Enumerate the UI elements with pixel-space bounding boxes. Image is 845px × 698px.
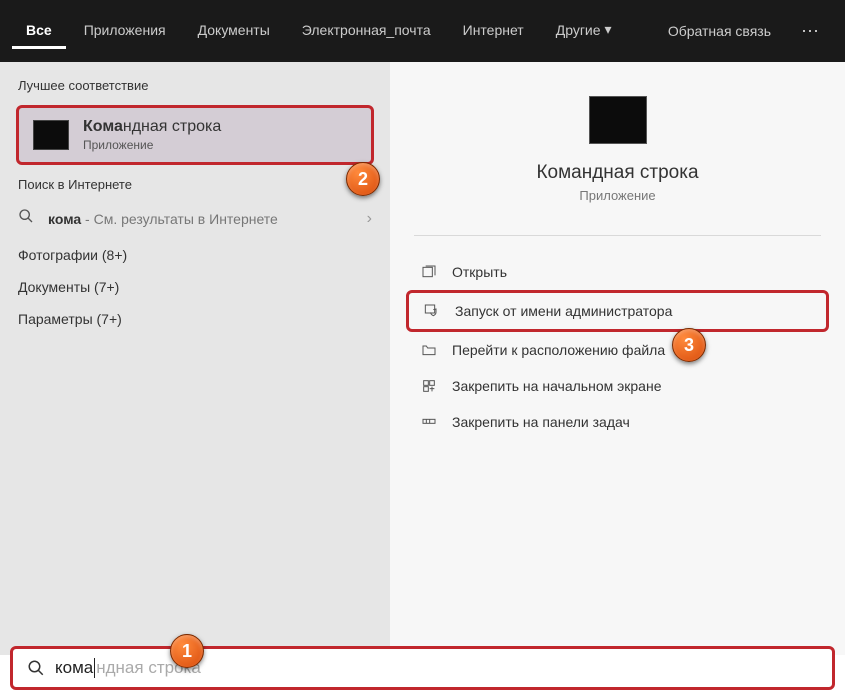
action-open-label: Открыть — [452, 264, 507, 280]
results-panel: Лучшее соответствие Командная строка При… — [0, 62, 390, 655]
feedback-link[interactable]: Обратная связь — [654, 15, 785, 47]
cmd-icon — [33, 120, 69, 150]
action-run-admin[interactable]: Запуск от имени администратора — [409, 293, 826, 329]
top-tabs-bar: Все Приложения Документы Электронная_поч… — [0, 0, 845, 62]
cmd-icon-large — [589, 96, 647, 144]
best-match-result[interactable]: Командная строка Приложение — [16, 105, 374, 165]
text-cursor — [94, 658, 95, 678]
tab-all[interactable]: Все — [12, 14, 66, 49]
action-admin-label: Запуск от имени администратора — [455, 303, 672, 319]
action-pin-start[interactable]: Закрепить на начальном экране — [390, 368, 845, 404]
action-admin-highlight: Запуск от имени администратора — [406, 290, 829, 332]
callout-1: 1 — [170, 634, 204, 668]
best-match-label: Лучшее соответствие — [0, 72, 390, 99]
folder-icon — [420, 341, 438, 359]
search-icon — [27, 659, 45, 677]
callout-3: 3 — [672, 328, 706, 362]
action-open[interactable]: Открыть — [390, 254, 845, 290]
web-search-label: Поиск в Интернете — [0, 171, 390, 198]
tab-internet[interactable]: Интернет — [449, 14, 538, 49]
action-pin-taskbar-label: Закрепить на панели задач — [452, 414, 630, 430]
tab-documents[interactable]: Документы — [184, 14, 284, 49]
tab-apps[interactable]: Приложения — [70, 14, 180, 49]
pin-start-icon — [420, 377, 438, 395]
category-parameters[interactable]: Параметры (7+) — [0, 303, 390, 335]
action-file-location[interactable]: Перейти к расположению файла — [390, 332, 845, 368]
preview-header: Командная строка Приложение — [390, 82, 845, 217]
preview-panel: Командная строка Приложение Открыть Запу… — [390, 62, 845, 655]
search-input[interactable]: командная строка — [10, 646, 835, 690]
action-location-label: Перейти к расположению файла — [452, 342, 665, 358]
web-search-result[interactable]: кома - См. результаты в Интернете › — [0, 198, 390, 239]
web-search-text: кома - См. результаты в Интернете — [48, 211, 355, 227]
admin-shield-icon — [423, 302, 441, 320]
category-photos[interactable]: Фотографии (8+) — [0, 239, 390, 271]
preview-subtitle: Приложение — [390, 188, 845, 203]
tab-more[interactable]: Другие ▾ — [542, 13, 626, 49]
chevron-down-icon: ▾ — [605, 21, 612, 38]
chevron-right-icon: › — [367, 210, 372, 228]
category-documents[interactable]: Документы (7+) — [0, 271, 390, 303]
search-icon — [18, 208, 36, 229]
best-match-title: Командная строка — [83, 118, 357, 136]
best-match-text: Командная строка Приложение — [83, 118, 357, 152]
action-pin-taskbar[interactable]: Закрепить на панели задач — [390, 404, 845, 440]
tab-email[interactable]: Электронная_почта — [288, 14, 445, 49]
open-icon — [420, 263, 438, 281]
tab-more-label: Другие — [556, 22, 601, 38]
more-menu-button[interactable]: ⋯ — [789, 13, 833, 50]
pin-taskbar-icon — [420, 413, 438, 431]
preview-title: Командная строка — [390, 162, 845, 184]
action-pin-start-label: Закрепить на начальном экране — [452, 378, 662, 394]
best-match-subtitle: Приложение — [83, 138, 357, 152]
content-area: Лучшее соответствие Командная строка При… — [0, 62, 845, 655]
callout-2: 2 — [346, 162, 380, 196]
divider — [414, 235, 821, 236]
